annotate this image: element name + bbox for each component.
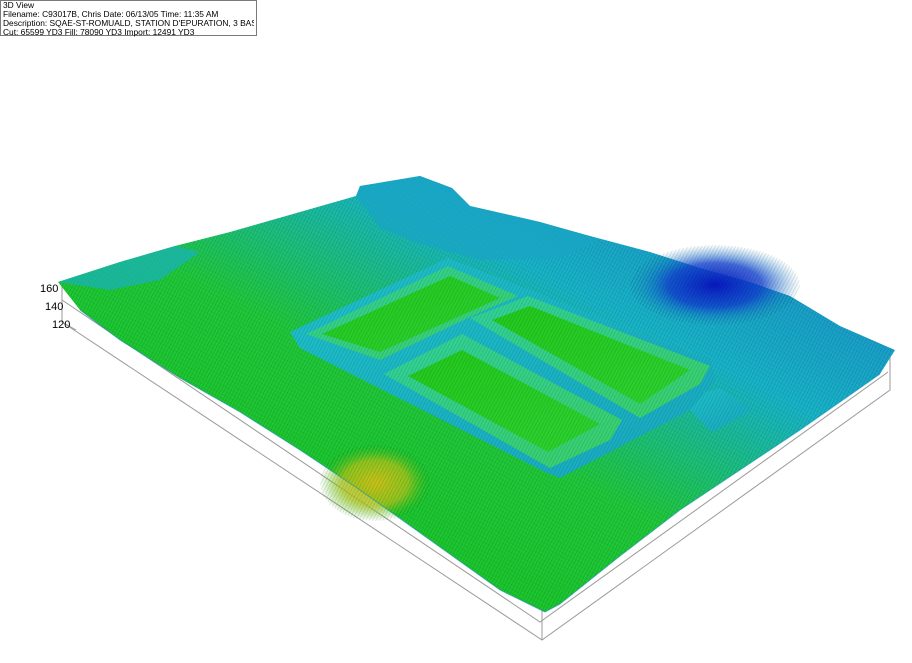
filename-line: Filename: C93017B, Chris Date: 06/13/05 … [3,10,219,19]
terrain-3d-view[interactable] [0,0,912,663]
info-box: 3D View Filename: C93017B, Chris Date: 0… [0,0,257,37]
elevation-label-140: 140 [45,301,64,313]
elevation-label-120: 120 [52,319,71,331]
volumes-line: Cut: 65599 YD3 Fill: 78090 YD3 Import: 1… [3,28,195,37]
view-title: 3D View [3,1,35,10]
description-line: Description: SQAE-ST-ROMUALD, STATION D'… [3,19,254,28]
elevation-label-160: 160 [40,283,59,295]
